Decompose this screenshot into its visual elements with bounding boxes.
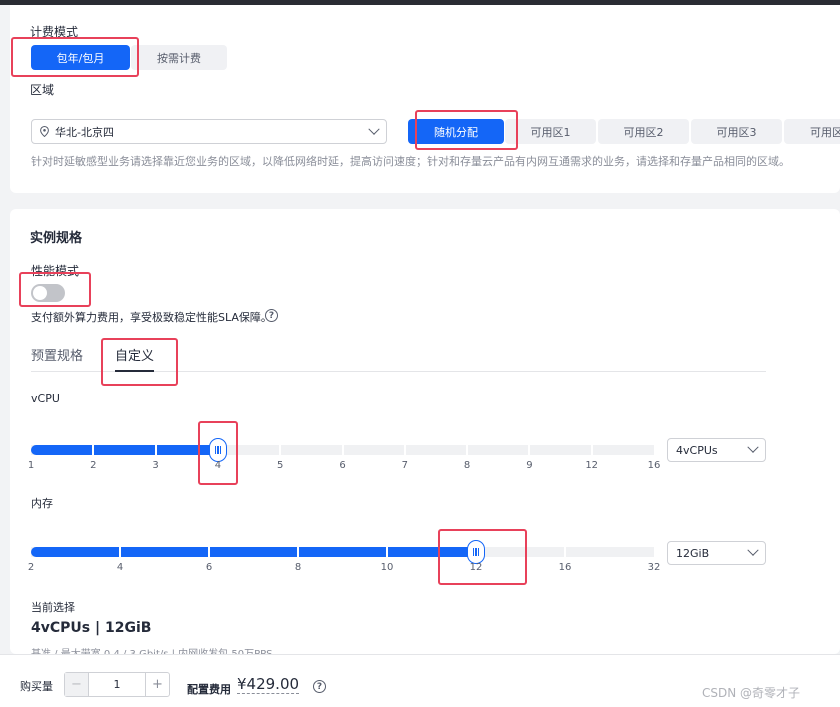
- question-circle-icon[interactable]: ?: [265, 309, 278, 322]
- memory-label: 内存: [31, 497, 53, 510]
- zone-4-button[interactable]: 可用区: [784, 119, 840, 144]
- mem-tick-label: 16: [558, 562, 572, 573]
- vcpu-tick-label: 9: [526, 460, 533, 471]
- quantity-label: 购买量: [20, 680, 53, 693]
- mem-slider-separator: [208, 547, 210, 557]
- current-selection-label: 当前选择: [31, 601, 75, 614]
- vcpu-tick-label: 3: [152, 460, 159, 471]
- quantity-stepper: − 1 +: [64, 672, 170, 697]
- billing-region-card: 计费模式 包年/包月 按需计费 区域 华北-北京四 随机分配 可用区1 可用区2…: [10, 5, 840, 193]
- performance-mode-label: 性能模式: [31, 264, 80, 278]
- mem-slider-separator: [564, 547, 566, 557]
- mem-tick-label: 2: [27, 562, 35, 573]
- region-hint: 针对时延敏感型业务请选择靠近您业务的区域，以降低网络时延，提高访问速度；针对和存…: [31, 155, 790, 168]
- question-circle-icon[interactable]: ?: [313, 680, 326, 693]
- memory-select[interactable]: 12GiB: [667, 541, 766, 565]
- mem-slider-separator: [119, 547, 121, 557]
- vcpu-select-value: 4vCPUs: [676, 443, 718, 457]
- mem-slider-separator: [386, 547, 388, 557]
- mem-tick-label: 6: [205, 562, 213, 573]
- instance-spec-card: 实例规格 性能模式 支付额外算力费用，享受极致稳定性能SLA保障。 ? 预置规格…: [10, 209, 840, 660]
- vcpu-slider-separator: [590, 445, 593, 455]
- quantity-decrement-button[interactable]: −: [65, 673, 89, 696]
- vcpu-tick-label: 8: [463, 460, 471, 471]
- billing-yearly-monthly-button[interactable]: 包年/包月: [31, 45, 130, 70]
- mem-tick-label: 32: [647, 562, 661, 573]
- memory-slider-handle[interactable]: [467, 540, 485, 564]
- performance-mode-toggle[interactable]: [31, 284, 65, 302]
- zone-3-button[interactable]: 可用区3: [691, 119, 782, 144]
- zone-random-button[interactable]: 随机分配: [408, 119, 504, 144]
- purchase-footer: 购买量 − 1 + 配置费用 ¥429.00 ? CSDN @奇零才子: [0, 654, 840, 707]
- mem-tick-label: 4: [116, 562, 124, 573]
- billing-label: 计费模式: [30, 25, 79, 39]
- performance-mode-hint: 支付额外算力费用，享受极致稳定性能SLA保障。: [31, 311, 272, 324]
- vcpu-tick-label: 12: [585, 460, 599, 471]
- location-pin-icon: [40, 125, 49, 138]
- quantity-increment-button[interactable]: +: [145, 673, 169, 696]
- vcpu-slider-separator: [466, 445, 469, 455]
- vcpu-tick-label: 4: [214, 460, 222, 471]
- vcpu-tick-label: 2: [90, 460, 97, 471]
- region-label: 区域: [30, 83, 55, 97]
- quantity-input[interactable]: 1: [89, 678, 145, 691]
- chevron-down-icon: [747, 441, 759, 453]
- vcpu-tick-label: 6: [339, 460, 346, 471]
- billing-on-demand-button[interactable]: 按需计费: [131, 45, 227, 70]
- mem-tick-label: 12: [469, 562, 483, 573]
- vcpu-slider-separator: [92, 445, 95, 455]
- chevron-down-icon: [747, 544, 759, 556]
- tab-custom[interactable]: 自定义: [115, 345, 154, 364]
- vcpu-select[interactable]: 4vCPUs: [667, 438, 766, 462]
- zone-1-button[interactable]: 可用区1: [505, 119, 596, 144]
- vcpu-tick-label: 16: [647, 460, 661, 471]
- vcpu-slider-separator: [279, 445, 282, 455]
- region-select-value: 华北-北京四: [55, 125, 114, 139]
- instance-spec-title: 实例规格: [30, 231, 83, 246]
- config-fee-label: 配置费用: [187, 683, 231, 696]
- vcpu-slider-separator: [154, 445, 157, 455]
- mem-tick-label: 8: [294, 562, 302, 573]
- tab-preset-spec[interactable]: 预置规格: [31, 345, 83, 364]
- vcpu-tick-label: 1: [27, 460, 35, 471]
- chevron-down-icon: [368, 123, 380, 135]
- watermark: CSDN @奇零才子: [702, 686, 801, 700]
- vcpu-slider-separator: [528, 445, 531, 455]
- current-spec: 4vCPUs | 12GiB: [31, 620, 152, 636]
- memory-select-value: 12GiB: [676, 546, 710, 560]
- vcpu-slider-separator: [403, 445, 406, 455]
- zone-2-button[interactable]: 可用区2: [598, 119, 689, 144]
- vcpu-label: vCPU: [31, 392, 60, 405]
- vcpu-tick-label: 5: [277, 460, 284, 471]
- vcpu-slider-handle[interactable]: [208, 438, 227, 462]
- config-fee-price: ¥429.00: [237, 675, 300, 694]
- vcpu-slider-separator: [341, 445, 344, 455]
- region-select[interactable]: 华北-北京四: [31, 119, 387, 144]
- tab-active-underline: [115, 370, 154, 372]
- vcpu-slider-fill: [31, 445, 218, 455]
- toggle-knob: [33, 286, 47, 300]
- mem-slider-separator: [297, 547, 299, 557]
- memory-slider-fill: [31, 547, 476, 557]
- mem-tick-label: 10: [380, 562, 394, 573]
- vcpu-tick-label: 7: [401, 460, 408, 471]
